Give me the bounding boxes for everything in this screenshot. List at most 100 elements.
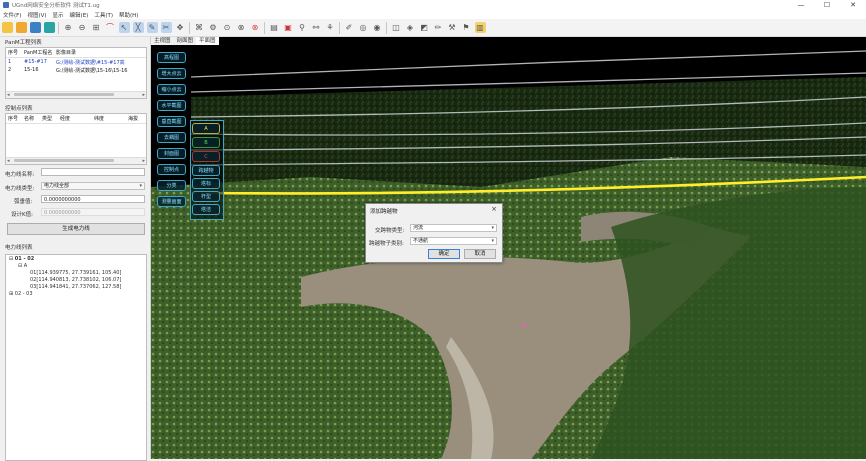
phase-c-button[interactable]: C	[192, 151, 220, 162]
menu-bar: 文件(F) 视图(V) 显示 编辑(E) 工具(T) 帮助(H)	[0, 10, 866, 19]
table-row[interactable]: 1 #15-#17 G:/测绘-测试数据\#15-#17高	[6, 58, 146, 66]
cut-icon[interactable]: ✂	[160, 22, 172, 33]
close-button[interactable]: ✕	[840, 0, 866, 10]
tree-node-point[interactable]: 03[114.941841, 27.737062, 127.58]	[30, 284, 121, 290]
save-icon[interactable]	[29, 22, 41, 33]
pole-type-button[interactable]: 杆型	[192, 191, 220, 202]
tools-icon[interactable]: ⚒	[447, 22, 458, 33]
sag-input[interactable]: 0.0000000000	[41, 195, 145, 203]
pen-icon[interactable]: ⚘	[325, 22, 336, 33]
col-index[interactable]: 序号	[6, 49, 22, 56]
refresh-icon[interactable]: ◉	[372, 22, 383, 33]
cancel-button[interactable]: 取消	[464, 249, 496, 259]
point-cloud-canvas	[151, 37, 866, 459]
menu-view[interactable]: 视图(V)	[27, 11, 46, 19]
crossing-button[interactable]: 跨越物	[192, 165, 220, 176]
draw-icon[interactable]: ✐	[344, 22, 355, 33]
delete-icon[interactable]: ⊗	[236, 22, 247, 33]
point-cloud-view[interactable]	[151, 37, 866, 459]
line-name-label: 电力线名称:	[5, 172, 35, 178]
maximize-button[interactable]: ☐	[814, 0, 840, 10]
zoom-fit-icon[interactable]: ⊞	[91, 22, 102, 33]
phase-a-button[interactable]: A	[192, 123, 220, 134]
link-icon[interactable]: ⚲	[297, 22, 308, 33]
measure-icon[interactable]: ⌒	[105, 22, 116, 33]
generate-powerline-button[interactable]: 生成电力线	[7, 223, 145, 235]
folder-open-icon[interactable]	[15, 22, 27, 33]
menu-file[interactable]: 文件(F)	[3, 11, 21, 19]
tower-icon[interactable]: ▣	[283, 22, 294, 33]
menu-help[interactable]: 帮助(H)	[119, 11, 138, 19]
settings-icon[interactable]: ⚙	[208, 22, 219, 33]
powerline-tree: ⊟ 01 - 02 ⊟ A 01[114.939775, 27.739161, …	[5, 254, 147, 461]
menu-tools[interactable]: 工具(T)	[94, 11, 113, 19]
tree-node-point[interactable]: 02[114.940813, 27.738102, 106.07]	[30, 277, 121, 283]
line-type-select[interactable]: 电力线全部 ▾	[41, 182, 145, 190]
ruler-icon[interactable]: ◩	[419, 22, 430, 33]
tree-node-01-02[interactable]: ⊟ 01 - 02	[9, 256, 34, 262]
table-header: 序号 名称 类型 经度 纬度 海拔	[6, 114, 146, 124]
crossing-subtype-label: 跨越物子类别:	[369, 241, 404, 247]
line-icon[interactable]: ╳	[132, 22, 144, 33]
tower-clean-button[interactable]: 塔洁	[192, 204, 220, 215]
layers-icon[interactable]: ◈	[405, 22, 416, 33]
mirror-icon[interactable]: ◫	[391, 22, 402, 33]
table-row[interactable]: 2 15-16 G:/测绘-测试数据\15-16\15-16	[6, 66, 146, 74]
menu-edit[interactable]: 编辑(E)	[70, 11, 89, 19]
minimize-button[interactable]: —	[788, 0, 814, 10]
tab-main-view[interactable]: 主视图	[151, 37, 174, 45]
report-icon[interactable]: ▥	[474, 22, 486, 33]
network-icon[interactable]: ⌘	[194, 22, 205, 33]
side-button-shrink-points[interactable]: 缩小点云	[157, 84, 186, 95]
tab-plan-view[interactable]: 平面图	[196, 37, 219, 45]
crossing-type-select[interactable]: 河流 ▾	[410, 224, 497, 232]
menu-display[interactable]: 显示	[53, 11, 64, 19]
tree-node-02-03[interactable]: ⊞ 02 - 03	[9, 291, 33, 297]
connector-icon[interactable]: ⚯	[311, 22, 322, 33]
edit-icon[interactable]: ✎	[146, 22, 158, 33]
side-button-decouple[interactable]: 去耦图	[157, 132, 186, 143]
side-button-measure[interactable]: 测量画面	[157, 196, 186, 207]
move-icon[interactable]: ✥	[175, 22, 186, 33]
side-button-classify[interactable]: 分类	[157, 180, 186, 191]
collapse-icon[interactable]: ⊟	[18, 263, 22, 269]
crossing-subtype-select[interactable]: 不通航 ▾	[410, 237, 497, 245]
toolbar: ⊕ ⊖ ⊞ ⌒ ↖ ╳ ✎ ✂ ✥ ⌘ ⚙ ⊙ ⊗ ⊗ ▤ ▣ ⚲ ⚯ ⚘ ✐ …	[0, 19, 866, 37]
export-icon[interactable]	[43, 22, 55, 33]
project-list-title: PanM工程列表	[5, 40, 42, 46]
phase-b-button[interactable]: B	[192, 137, 220, 148]
col-name[interactable]: PanM工程名	[22, 49, 54, 56]
col-dir[interactable]: 影像目录	[54, 49, 146, 56]
tree-node-point[interactable]: 01[114.939775, 27.739161, 105.40]	[30, 270, 121, 276]
folder-new-icon[interactable]	[1, 22, 13, 33]
add-icon[interactable]: ⊗	[250, 22, 261, 33]
antenna-icon[interactable]: ⚑	[461, 22, 472, 33]
tower-mark-button[interactable]: 塔标	[192, 178, 220, 189]
dialog-close-icon[interactable]: ×	[491, 205, 497, 213]
pencil-icon[interactable]: ✏	[433, 22, 444, 33]
horizontal-scrollbar[interactable]: ◂ ▸	[6, 91, 146, 98]
side-button-control-point[interactable]: 控制点	[157, 164, 186, 175]
zoom-out-icon[interactable]: ⊖	[77, 22, 88, 33]
collapse-icon[interactable]: ⊟	[9, 256, 13, 262]
side-button-horizontal-cut[interactable]: 水平截图	[157, 100, 186, 111]
app-icon	[3, 2, 9, 8]
select-icon[interactable]: ↖	[118, 22, 130, 33]
sag-label: 弧垂值:	[14, 199, 33, 205]
horizontal-scrollbar[interactable]: ◂ ▸	[6, 157, 146, 164]
line-name-input[interactable]	[41, 168, 145, 176]
side-button-elevation[interactable]: 高程图	[157, 52, 186, 63]
side-button-vertical-cut[interactable]: 垂直截图	[157, 116, 186, 127]
ok-button[interactable]: 确定	[428, 249, 460, 259]
expand-icon[interactable]: ⊞	[9, 291, 13, 297]
side-button-enlarge-points[interactable]: 增大点云	[157, 68, 186, 79]
zoom-in-icon[interactable]: ⊕	[63, 22, 74, 33]
chevron-down-icon: ▾	[139, 183, 142, 189]
file-icon[interactable]: ▤	[269, 22, 280, 33]
node-icon[interactable]: ⊙	[222, 22, 233, 33]
eye-icon[interactable]: ◎	[358, 22, 369, 33]
add-crossing-dialog: 添加跨越物 × 交跨物类型: 河流 ▾ 跨越物子类别: 不通航 ▾ 确定 取消	[365, 203, 503, 263]
side-button-cover[interactable]: 封面图	[157, 148, 186, 159]
tree-node-phase-a[interactable]: ⊟ A	[18, 263, 27, 269]
tab-profile-view[interactable]: 剖面图	[174, 37, 197, 45]
